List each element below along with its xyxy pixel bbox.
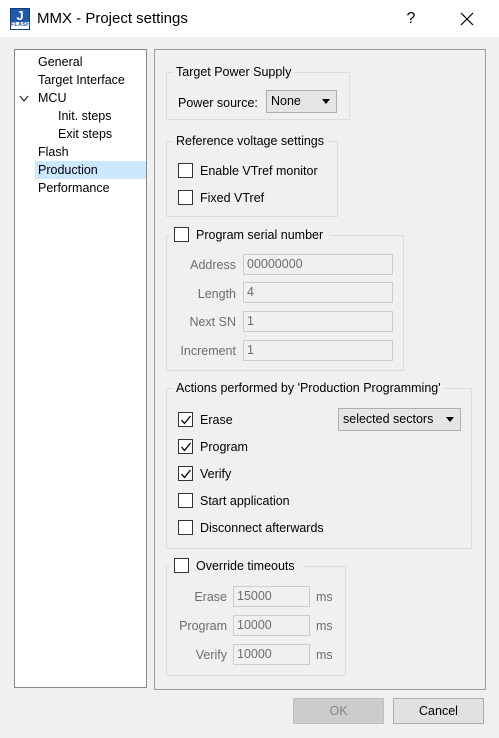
program-label: Program	[200, 440, 248, 454]
next-sn-label: Next SN	[189, 315, 236, 329]
vref-title: Reference voltage settings	[173, 133, 328, 149]
start-application-checkbox[interactable]	[178, 493, 193, 508]
close-button[interactable]	[454, 6, 480, 32]
tree-item-exit-steps[interactable]: Exit steps	[58, 125, 112, 143]
actions-title: Actions performed by 'Production Program…	[173, 380, 444, 396]
increment-field[interactable]: 1	[243, 340, 393, 361]
chevron-down-icon[interactable]	[18, 93, 30, 105]
disconnect-afterwards-checkbox[interactable]	[178, 520, 193, 535]
start-application-label: Start application	[200, 494, 290, 508]
power-source-dropdown[interactable]: None	[266, 90, 337, 113]
tree-item-performance[interactable]: Performance	[38, 179, 110, 197]
increment-label: Increment	[180, 344, 236, 358]
timeout-program-label: Program	[179, 619, 227, 633]
enable-vtref-checkbox[interactable]	[178, 163, 193, 178]
window-title: MMX - Project settings	[37, 10, 188, 27]
timeout-verify-field[interactable]: 10000	[233, 644, 310, 665]
tree-item-init-steps[interactable]: Init. steps	[58, 107, 112, 125]
power-source-label: Power source:	[178, 96, 258, 110]
tree-item-production[interactable]: Production	[35, 161, 146, 179]
jflash-app-icon: J FLASH	[10, 8, 31, 30]
timeout-verify-unit: ms	[316, 648, 333, 662]
address-field[interactable]: 00000000	[243, 254, 393, 275]
length-label: Length	[197, 287, 236, 301]
close-icon	[460, 12, 474, 26]
program-serial-checkbox[interactable]	[174, 227, 189, 242]
timeout-erase-unit: ms	[316, 590, 333, 604]
erase-mode-dropdown[interactable]: selected sectors	[338, 408, 461, 431]
tree-item-target-interface[interactable]: Target Interface	[38, 71, 125, 89]
erase-label: Erase	[200, 413, 233, 427]
program-serial-label: Program serial number	[196, 228, 324, 242]
dropdown-arrow-icon	[446, 417, 454, 422]
disconnect-afterwards-label: Disconnect afterwards	[200, 521, 324, 535]
power-supply-title: Target Power Supply	[173, 64, 295, 80]
next-sn-field[interactable]: 1	[243, 311, 393, 332]
address-label: Address	[190, 258, 236, 272]
timeout-erase-field[interactable]: 15000	[233, 586, 310, 607]
tree-item-mcu[interactable]: MCU	[38, 89, 66, 107]
cancel-button[interactable]: Cancel	[393, 698, 484, 724]
enable-vtref-label: Enable VTref monitor	[200, 164, 318, 178]
program-checkbox[interactable]	[178, 439, 193, 454]
timeout-program-unit: ms	[316, 619, 333, 633]
timeout-program-field[interactable]: 10000	[233, 615, 310, 636]
length-field[interactable]: 4	[243, 282, 393, 303]
checkmark-icon	[181, 415, 192, 425]
checkmark-icon	[181, 442, 192, 452]
timeout-erase-label: Erase	[194, 590, 227, 604]
override-timeouts-checkbox[interactable]	[174, 558, 189, 573]
fixed-vtref-label: Fixed VTref	[200, 191, 265, 205]
settings-tree[interactable]: General Target Interface MCU Init. steps…	[14, 49, 147, 688]
fixed-vtref-checkbox[interactable]	[178, 190, 193, 205]
tree-item-flash[interactable]: Flash	[38, 143, 69, 161]
verify-label: Verify	[200, 467, 232, 481]
override-timeouts-label: Override timeouts	[196, 559, 295, 573]
verify-checkbox[interactable]	[178, 466, 193, 481]
timeout-verify-label: Verify	[195, 648, 227, 662]
checkmark-icon	[181, 469, 192, 479]
tree-item-general[interactable]: General	[38, 53, 82, 71]
erase-checkbox[interactable]	[178, 412, 193, 427]
ok-button[interactable]: OK	[293, 698, 384, 724]
help-button[interactable]: ?	[398, 6, 424, 32]
dropdown-arrow-icon	[322, 99, 330, 104]
